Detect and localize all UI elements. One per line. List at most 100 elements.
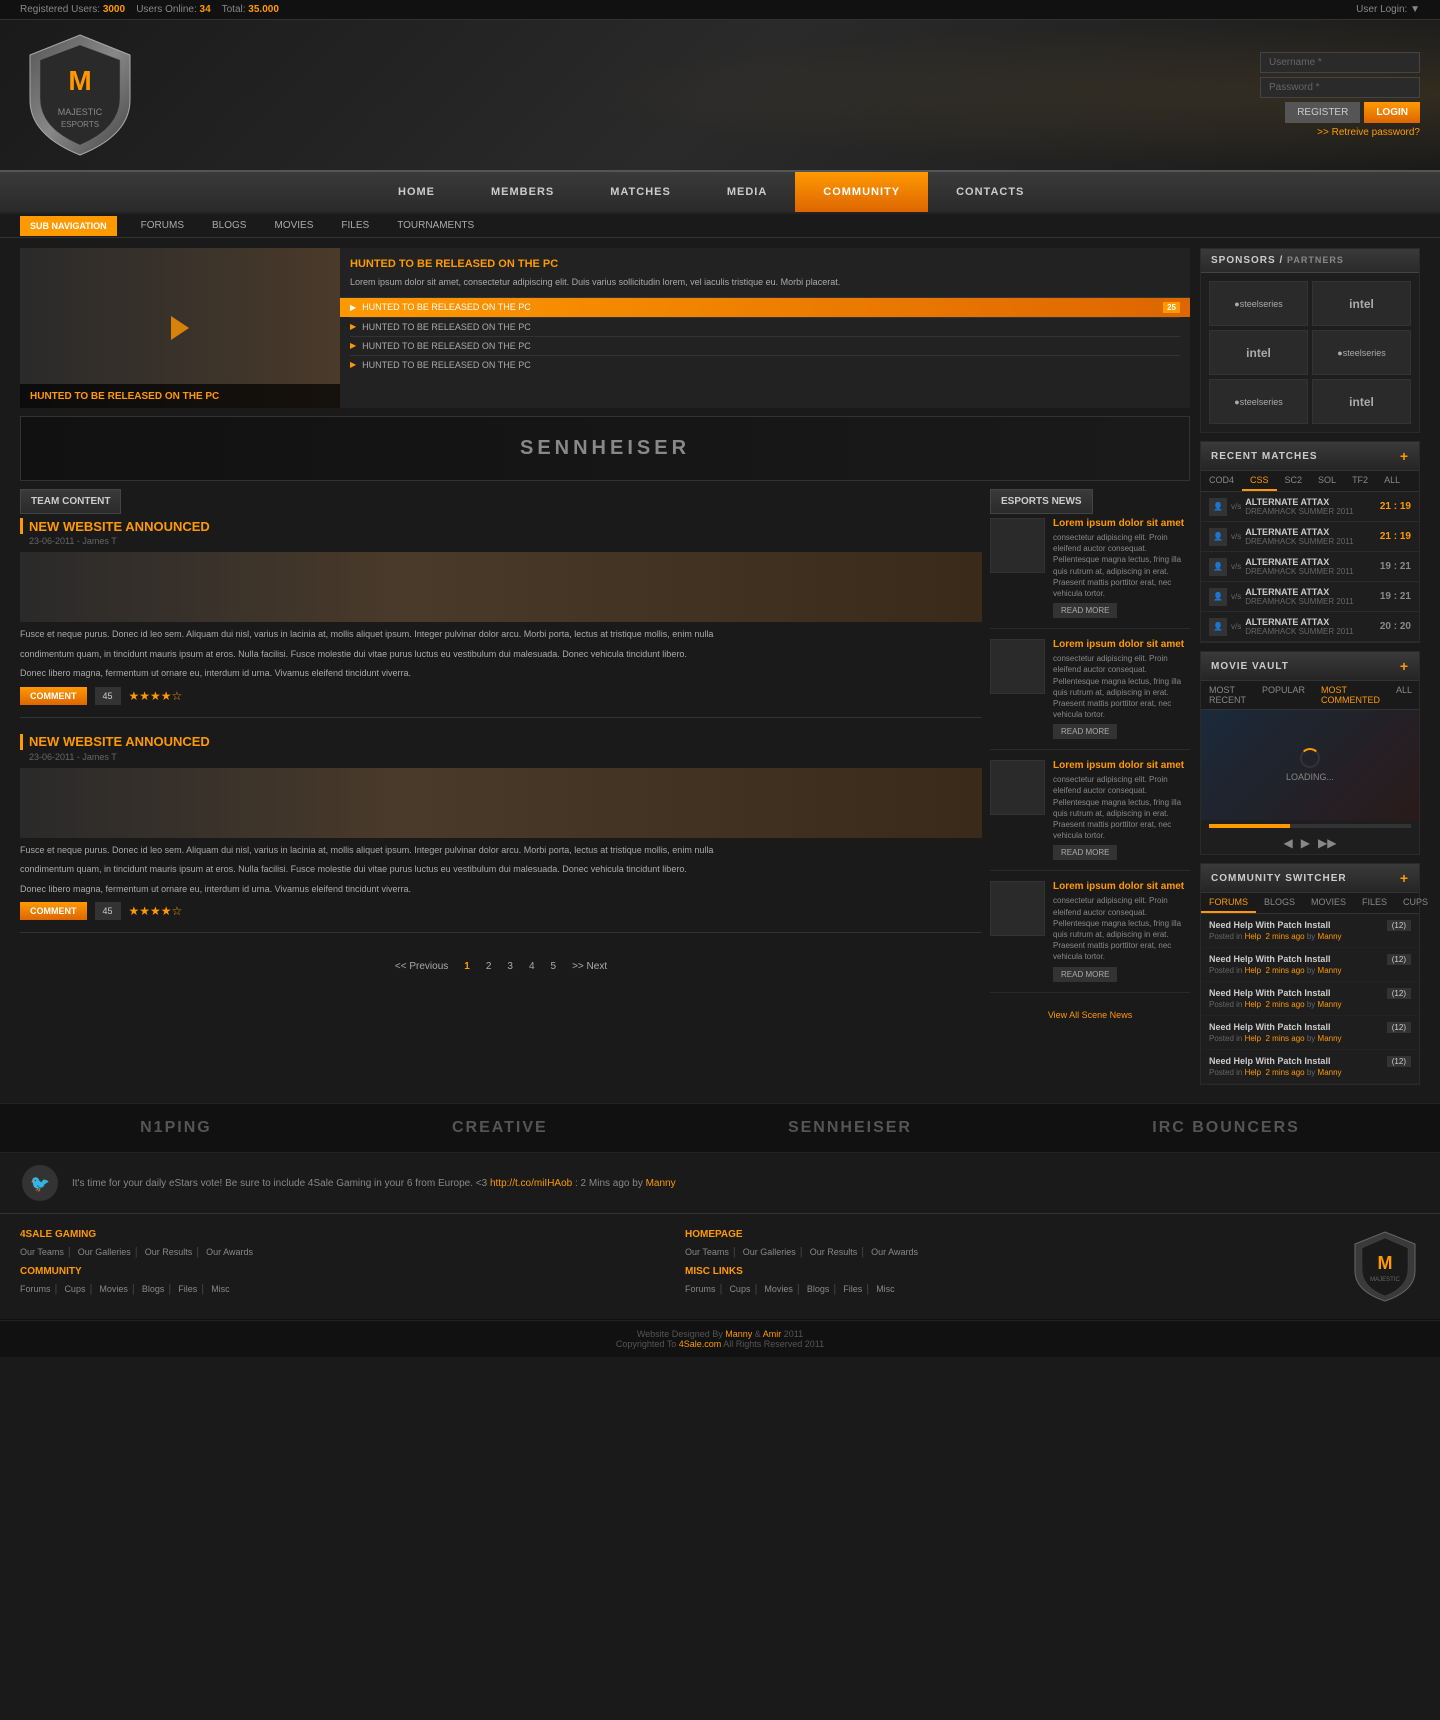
match-tab-css[interactable]: CSS xyxy=(1242,471,1277,491)
match-tab-all[interactable]: ALL xyxy=(1376,471,1408,491)
username-input[interactable] xyxy=(1260,52,1420,73)
copyright-company[interactable]: 4Sale.com xyxy=(679,1339,722,1349)
nav-item-media[interactable]: MEDIA xyxy=(699,172,795,212)
movie-tab-commented[interactable]: MOST COMMENTED xyxy=(1313,681,1388,709)
footer-link-blogs-2[interactable]: Blogs xyxy=(807,1284,830,1294)
footer-link-cups[interactable]: Cups xyxy=(64,1284,85,1294)
footer-link-awards[interactable]: Our Awards xyxy=(206,1247,253,1257)
nav-link-members[interactable]: MEMBERS xyxy=(463,172,582,212)
pagination-page-2[interactable]: 2 xyxy=(480,959,498,974)
sponsor-1[interactable]: ●steelseries xyxy=(1209,281,1308,326)
add-match-icon[interactable]: + xyxy=(1400,448,1409,464)
community-title-2[interactable]: Need Help With Patch Install xyxy=(1209,954,1411,964)
add-community-icon[interactable]: + xyxy=(1400,870,1409,886)
read-more-1[interactable]: READ MORE xyxy=(1053,603,1117,618)
footer-link-cups-2[interactable]: Cups xyxy=(729,1284,750,1294)
community-title-5[interactable]: Need Help With Patch Install xyxy=(1209,1056,1411,1066)
subnav-item-forums[interactable]: FORUMS xyxy=(127,214,198,237)
footer-link-files-2[interactable]: Files xyxy=(843,1284,862,1294)
read-more-4[interactable]: READ MORE xyxy=(1053,967,1117,982)
movie-play-btn[interactable]: ▶ xyxy=(1301,836,1310,850)
banner-ad[interactable]: SENNHEISER xyxy=(20,416,1190,481)
match-tab-sol[interactable]: SOL xyxy=(1310,471,1344,491)
subnav-item-blogs[interactable]: BLOGS xyxy=(198,214,260,237)
community-tab-files[interactable]: FILES xyxy=(1354,893,1395,913)
nav-link-media[interactable]: MEDIA xyxy=(699,172,795,212)
nav-item-members[interactable]: MEMBERS xyxy=(463,172,582,212)
nav-link-community[interactable]: COMMUNITY xyxy=(795,172,928,212)
add-movie-icon[interactable]: + xyxy=(1400,658,1409,674)
article-1-comment-btn[interactable]: COMMENT xyxy=(20,687,87,705)
sponsor-2[interactable]: intel xyxy=(1312,281,1411,326)
community-title-3[interactable]: Need Help With Patch Install xyxy=(1209,988,1411,998)
footer-sponsor-2[interactable]: CREATIVE xyxy=(452,1119,548,1137)
footer-link-results-2[interactable]: Our Results xyxy=(810,1247,858,1257)
footer-sponsor-3[interactable]: SENNHEISER xyxy=(788,1119,912,1137)
footer-link-forums-2[interactable]: Forums xyxy=(685,1284,716,1294)
footer-link-misc[interactable]: Misc xyxy=(211,1284,230,1294)
copyright-designer2[interactable]: Amir xyxy=(763,1329,782,1339)
community-title-1[interactable]: Need Help With Patch Install xyxy=(1209,920,1411,930)
community-tab-forums[interactable]: FORUMS xyxy=(1201,893,1256,913)
hero-news-item-2[interactable]: ▶ HUNTED TO BE RELEASED ON THE PC xyxy=(350,317,1180,336)
hero-news-item-3[interactable]: ▶ HUNTED TO BE RELEASED ON THE PC xyxy=(350,336,1180,355)
retrieve-password-link[interactable]: >> Retreive password? xyxy=(1317,127,1420,138)
footer-link-movies-2[interactable]: Movies xyxy=(764,1284,793,1294)
pagination-page-1[interactable]: 1 xyxy=(458,959,476,974)
movie-prev-btn[interactable]: ◀ xyxy=(1284,836,1293,850)
nav-item-matches[interactable]: MATCHES xyxy=(582,172,699,212)
nav-item-contacts[interactable]: CONTACTS xyxy=(928,172,1052,212)
match-tab-sc2[interactable]: SC2 xyxy=(1277,471,1311,491)
pagination-page-3[interactable]: 3 xyxy=(501,959,519,974)
match-tab-cod4[interactable]: COD4 xyxy=(1201,471,1242,491)
movie-tab-recent[interactable]: MOST RECENT xyxy=(1201,681,1254,709)
footer-link-files[interactable]: Files xyxy=(178,1284,197,1294)
footer-link-our-teams-2[interactable]: Our Teams xyxy=(685,1247,729,1257)
footer-link-our-teams[interactable]: Our Teams xyxy=(20,1247,64,1257)
hero-news-item-1[interactable]: ▶ HUNTED TO BE RELEASED ON THE PC 25 xyxy=(340,297,1190,317)
footer-link-forums[interactable]: Forums xyxy=(20,1284,51,1294)
footer-link-galleries[interactable]: Our Galleries xyxy=(78,1247,131,1257)
nav-link-matches[interactable]: MATCHES xyxy=(582,172,699,212)
nav-link-contacts[interactable]: CONTACTS xyxy=(928,172,1052,212)
sponsor-5[interactable]: ●steelseries xyxy=(1209,379,1308,424)
nav-item-community[interactable]: COMMUNITY xyxy=(795,172,928,212)
subnav-item-tournaments[interactable]: TOURNAMENTS xyxy=(383,214,488,237)
movie-next-btn[interactable]: ▶▶ xyxy=(1318,836,1336,850)
footer-sponsor-4[interactable]: IRC BOUNCERS xyxy=(1152,1119,1300,1137)
community-tab-blogs[interactable]: BLOGS xyxy=(1256,893,1303,913)
nav-link-home[interactable]: HOME xyxy=(370,172,463,212)
pagination-next[interactable]: >> Next xyxy=(566,959,613,974)
subnav-item-movies[interactable]: MOVIES xyxy=(260,214,327,237)
footer-link-blogs[interactable]: Blogs xyxy=(142,1284,165,1294)
pagination-page-4[interactable]: 4 xyxy=(523,959,541,974)
twitter-link[interactable]: http://t.co/miIHAob xyxy=(490,1178,572,1189)
movie-tab-all[interactable]: ALL xyxy=(1388,681,1420,709)
password-input[interactable] xyxy=(1260,77,1420,98)
copyright-designer1[interactable]: Manny xyxy=(725,1329,752,1339)
register-button[interactable]: REGISTER xyxy=(1285,102,1360,123)
sponsor-3[interactable]: intel xyxy=(1209,330,1308,375)
community-tab-cups[interactable]: CUPS xyxy=(1395,893,1436,913)
subnav-item-files[interactable]: FILES xyxy=(327,214,383,237)
community-title-4[interactable]: Need Help With Patch Install xyxy=(1209,1022,1411,1032)
footer-link-galleries-2[interactable]: Our Galleries xyxy=(743,1247,796,1257)
sponsor-4[interactable]: ●steelseries xyxy=(1312,330,1411,375)
footer-sponsor-1[interactable]: N1PING xyxy=(140,1119,212,1137)
sponsor-6[interactable]: intel xyxy=(1312,379,1411,424)
footer-link-movies[interactable]: Movies xyxy=(99,1284,128,1294)
hero-news-item-4[interactable]: ▶ HUNTED TO BE RELEASED ON THE PC xyxy=(350,355,1180,374)
pagination-page-5[interactable]: 5 xyxy=(545,959,563,974)
nav-item-home[interactable]: HOME xyxy=(370,172,463,212)
footer-link-awards-2[interactable]: Our Awards xyxy=(871,1247,918,1257)
read-more-2[interactable]: READ MORE xyxy=(1053,724,1117,739)
login-button[interactable]: LOGIN xyxy=(1364,102,1420,123)
view-all-link[interactable]: View All Scene News xyxy=(1048,1010,1132,1020)
community-tab-movies[interactable]: MOVIES xyxy=(1303,893,1354,913)
read-more-3[interactable]: READ MORE xyxy=(1053,845,1117,860)
movie-tab-popular[interactable]: POPULAR xyxy=(1254,681,1313,709)
footer-link-misc-2[interactable]: Misc xyxy=(876,1284,895,1294)
pagination-prev[interactable]: << Previous xyxy=(389,959,454,974)
match-tab-tf2[interactable]: TF2 xyxy=(1344,471,1376,491)
footer-link-results[interactable]: Our Results xyxy=(145,1247,193,1257)
